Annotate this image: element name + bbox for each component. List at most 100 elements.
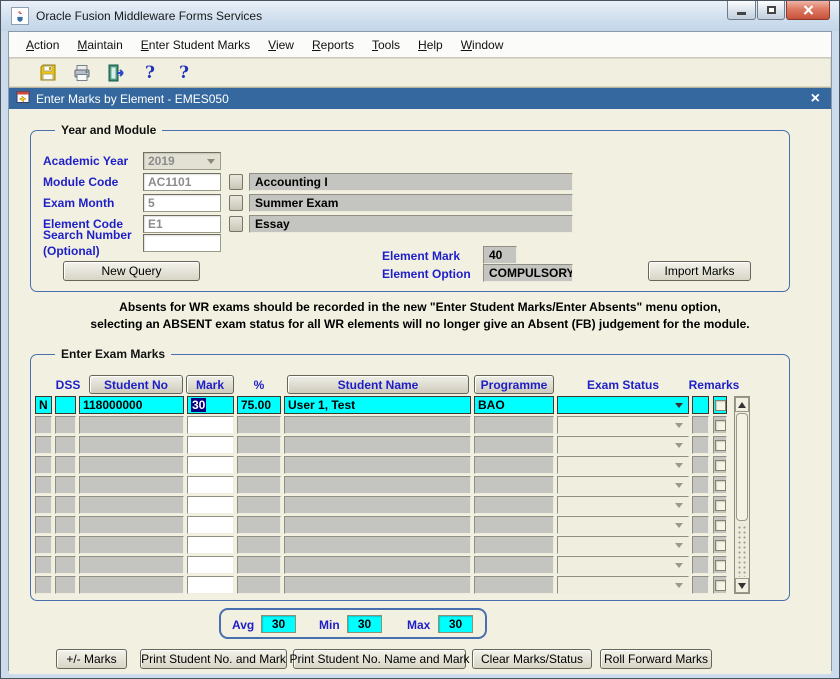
remarks-checkbox-wrap (713, 536, 727, 554)
remarks-cell (692, 576, 709, 594)
mdi-close-icon[interactable]: × (807, 91, 824, 107)
search-number-input[interactable] (143, 234, 221, 252)
chevron-down-icon[interactable] (207, 159, 215, 164)
mark-cell[interactable] (187, 476, 234, 494)
search-number-label: Search Number (43, 228, 132, 242)
exit-icon[interactable] (105, 62, 127, 84)
mark-cell[interactable] (187, 576, 234, 594)
clear-marks-status-button[interactable]: Clear Marks/Status (472, 649, 592, 669)
mark-cell[interactable]: 30 (187, 396, 234, 414)
import-marks-button[interactable]: Import Marks (648, 261, 751, 281)
menu-view[interactable]: View (259, 34, 303, 56)
remarks-checkbox-wrap (713, 436, 727, 454)
menu-action[interactable]: Action (17, 34, 68, 56)
menu-reports[interactable]: Reports (303, 34, 363, 56)
mark-cell[interactable] (187, 496, 234, 514)
row-status-cell: N (35, 396, 52, 414)
remarks-checkbox-wrap (713, 416, 727, 434)
roll-forward-marks-button[interactable]: Roll Forward Marks (600, 649, 712, 669)
exam-status-select (557, 536, 689, 554)
module-code-input[interactable]: AC1101 (143, 173, 221, 191)
chevron-down-icon (675, 563, 683, 568)
row-status-cell (35, 516, 52, 534)
menu-maintain[interactable]: Maintain (68, 34, 131, 56)
scrollbar-thumb[interactable] (736, 413, 748, 521)
window-titlebar[interactable]: Oracle Fusion Middleware Forms Services (1, 1, 839, 31)
action-buttons: +/- Marks Print Student No. and Mark Print… (9, 649, 831, 671)
new-query-button[interactable]: New Query (63, 261, 200, 281)
grid-scrollbar[interactable] (734, 396, 750, 594)
programme-cell (474, 536, 554, 554)
row-status-cell (35, 456, 52, 474)
form-area: Year and Module Academic Year Module Cod… (9, 109, 831, 674)
mdi-titlebar[interactable]: Enter Marks by Element - EMES050 × (9, 88, 831, 109)
menu-tools[interactable]: Tools (363, 34, 409, 56)
remarks-cell (692, 416, 709, 434)
student-no-cell[interactable]: 118000000 (79, 396, 184, 414)
help-icon[interactable]: ? (139, 62, 161, 84)
chevron-down-icon (675, 483, 683, 488)
remarks-cell (692, 536, 709, 554)
element-code-lov-button[interactable] (229, 216, 243, 232)
exam-month-lov-button[interactable] (229, 195, 243, 211)
min-label: Min (319, 618, 340, 632)
remarks-checkbox-wrap (713, 396, 727, 414)
remarks-checkbox-wrap (713, 476, 727, 494)
menu-enter-student-marks[interactable]: Enter Student Marks (132, 34, 259, 56)
programme-cell (474, 556, 554, 574)
save-icon[interactable] (37, 62, 59, 84)
mark-cell[interactable] (187, 516, 234, 534)
print-student-no-and-mark-button[interactable]: Print Student No. and Mark (140, 649, 287, 669)
student-name-cell (284, 576, 471, 594)
mark-cell[interactable] (187, 536, 234, 554)
mark-cell[interactable] (187, 436, 234, 454)
scroll-down-icon[interactable] (735, 578, 749, 593)
minimize-button[interactable] (727, 1, 756, 20)
academic-year-value: 2019 (148, 154, 175, 168)
menu-help[interactable]: Help (409, 34, 452, 56)
programme-cell[interactable]: BAO (474, 396, 554, 414)
window-title: Oracle Fusion Middleware Forms Services (36, 9, 262, 23)
maximize-icon (767, 6, 776, 14)
remarks-checkbox[interactable] (715, 400, 726, 411)
scrollbar-track[interactable] (737, 525, 747, 577)
mark-cell[interactable] (187, 456, 234, 474)
help-icon[interactable]: ? (173, 62, 195, 84)
table-row (31, 416, 789, 434)
exam-status-select (557, 416, 689, 434)
table-row (31, 536, 789, 554)
student-no-cell (79, 576, 184, 594)
dss-cell (55, 456, 76, 474)
chevron-down-icon[interactable] (675, 403, 683, 408)
remarks-cell[interactable] (692, 396, 709, 414)
close-button[interactable] (786, 1, 830, 20)
plus-minus-marks-button[interactable]: +/- Marks (56, 649, 127, 669)
print-student-no-name-and-mark-button[interactable]: Print Student No. Name and Mark (293, 649, 466, 669)
dss-cell (55, 496, 76, 514)
element-code-input[interactable]: E1 (143, 215, 221, 233)
remarks-checkbox (715, 480, 726, 491)
exam-status-select (557, 496, 689, 514)
exam-month-input[interactable]: 5 (143, 194, 221, 212)
student-name-cell[interactable]: User 1, Test (284, 396, 471, 414)
exam-status-select[interactable] (557, 396, 689, 414)
academic-year-select[interactable]: 2019 (143, 152, 221, 170)
menu-window[interactable]: Window (452, 34, 513, 56)
absents-notice-line2: selecting an ABSENT exam status for all … (9, 316, 831, 333)
student-no-cell (79, 536, 184, 554)
marks-grid: N1180000003075.00User 1, TestBAO (31, 355, 789, 600)
print-icon[interactable] (71, 62, 93, 84)
maximize-button[interactable] (757, 1, 785, 20)
year-module-group: Year and Module Academic Year Module Cod… (30, 130, 790, 292)
dss-cell (55, 436, 76, 454)
mark-cell[interactable] (187, 416, 234, 434)
table-row (31, 476, 789, 494)
scroll-up-icon[interactable] (735, 397, 749, 412)
row-status-cell (35, 556, 52, 574)
module-code-lov-button[interactable] (229, 174, 243, 190)
element-option-label: Element Option (382, 267, 471, 281)
dss-cell[interactable] (55, 396, 76, 414)
mark-cell[interactable] (187, 556, 234, 574)
menu-bar: ActionMaintainEnter Student MarksViewRep… (9, 32, 831, 58)
programme-cell (474, 416, 554, 434)
